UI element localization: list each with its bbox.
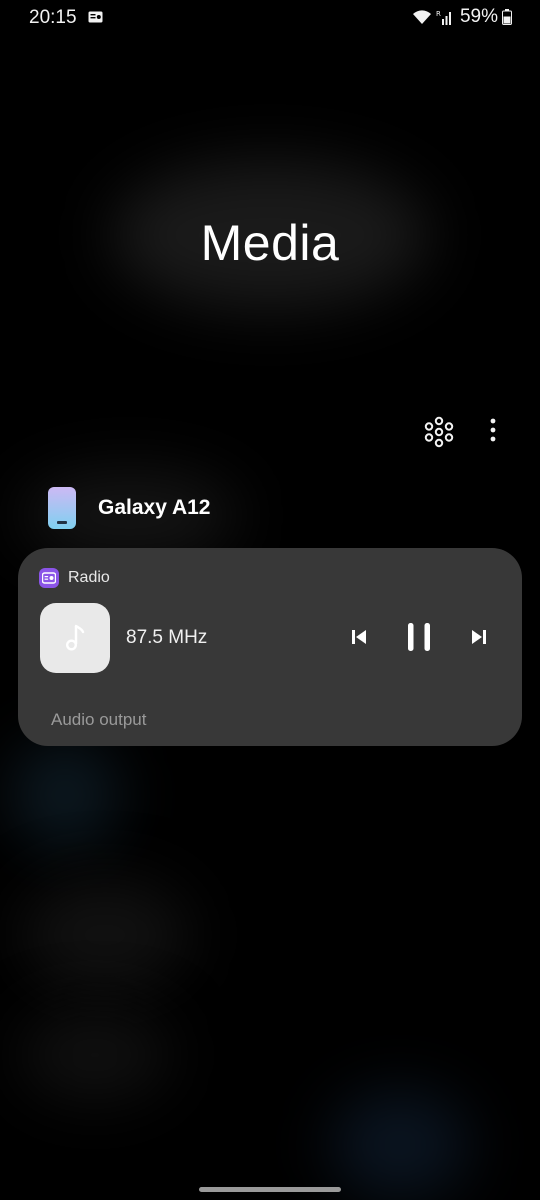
skip-next-icon	[472, 630, 486, 644]
pause-icon	[408, 623, 430, 651]
background-glow	[10, 740, 120, 850]
wifi-icon	[412, 10, 431, 24]
background-glow	[330, 1090, 470, 1200]
app-header: Radio	[39, 568, 110, 588]
navigation-handle[interactable]	[199, 1187, 341, 1192]
skip-previous-button[interactable]	[344, 622, 374, 652]
skip-next-button[interactable]	[464, 622, 494, 652]
page-title: Media	[200, 215, 340, 271]
status-icons: R 59%	[412, 6, 512, 28]
device-row[interactable]: Galaxy A12	[48, 486, 210, 530]
signal-icon: R	[436, 10, 451, 25]
radio-icon	[88, 11, 103, 23]
svg-text:R: R	[436, 10, 441, 18]
app-name: Radio	[68, 569, 110, 586]
battery-percent: 59%	[459, 6, 498, 27]
more-options-icon[interactable]	[482, 416, 504, 446]
track-title: 87.5 MHz	[126, 627, 208, 648]
background-glow	[20, 880, 190, 990]
phone-icon	[48, 487, 76, 529]
background-glow	[20, 1010, 170, 1100]
battery-icon	[502, 9, 512, 25]
status-bar: 20:15 R 59%	[0, 0, 540, 36]
music-note-icon	[65, 624, 85, 651]
skip-previous-icon	[352, 630, 366, 644]
album-art[interactable]	[40, 603, 110, 673]
audio-output-button[interactable]: Audio output	[51, 710, 146, 730]
status-time: 20:15	[29, 7, 77, 28]
media-player-card[interactable]: Radio 87.5 MHz Audio output	[18, 548, 522, 746]
device-connect-icon[interactable]	[423, 416, 455, 448]
device-name: Galaxy A12	[98, 496, 211, 519]
radio-app-icon	[39, 568, 59, 588]
pause-button[interactable]	[402, 620, 436, 654]
